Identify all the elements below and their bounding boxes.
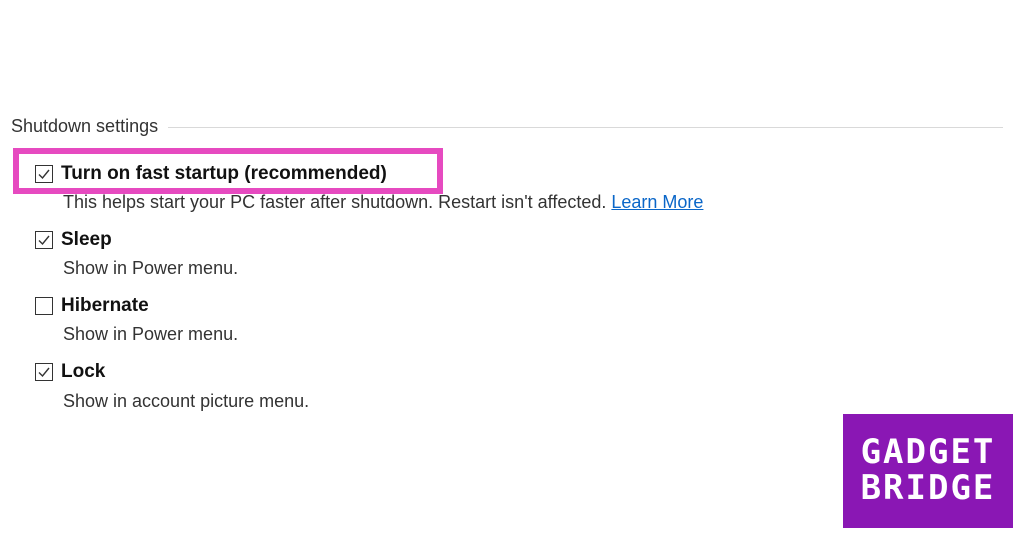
fast-startup-description: This helps start your PC faster after sh…: [63, 192, 703, 213]
hibernate-checkbox[interactable]: [35, 297, 53, 315]
hibernate-label: Hibernate: [61, 295, 149, 316]
sleep-checkbox[interactable]: [35, 231, 53, 249]
lock-description: Show in account picture menu.: [63, 391, 310, 411]
section-title: Shutdown settings: [11, 115, 159, 136]
checkmark-icon: [38, 235, 50, 246]
lock-checkbox[interactable]: [35, 363, 53, 381]
logo-line-2: BRIDGE: [860, 468, 996, 508]
fast-startup-description-text: This helps start your PC faster after sh…: [63, 192, 607, 212]
checkmark-icon: [38, 367, 50, 378]
hibernate-option[interactable]: Hibernate: [35, 295, 149, 317]
gadget-bridge-logo: GADGET BRIDGE: [843, 414, 1013, 528]
sleep-label: Sleep: [61, 229, 112, 250]
shutdown-settings-header: Shutdown settings: [11, 115, 1003, 137]
fast-startup-option[interactable]: Turn on fast startup (recommended): [35, 163, 387, 185]
fast-startup-label: Turn on fast startup (recommended): [61, 163, 387, 184]
lock-option[interactable]: Lock: [35, 361, 105, 383]
sleep-description: Show in Power menu.: [63, 258, 239, 278]
section-divider: [168, 126, 1003, 128]
checkmark-icon: [38, 169, 50, 180]
lock-label: Lock: [61, 361, 106, 382]
fast-startup-checkbox[interactable]: [35, 165, 53, 183]
learn-more-link[interactable]: Learn More: [611, 192, 703, 212]
hibernate-description: Show in Power menu.: [63, 324, 239, 344]
sleep-option[interactable]: Sleep: [35, 229, 112, 251]
logo-line-1: GADGET: [860, 432, 996, 472]
